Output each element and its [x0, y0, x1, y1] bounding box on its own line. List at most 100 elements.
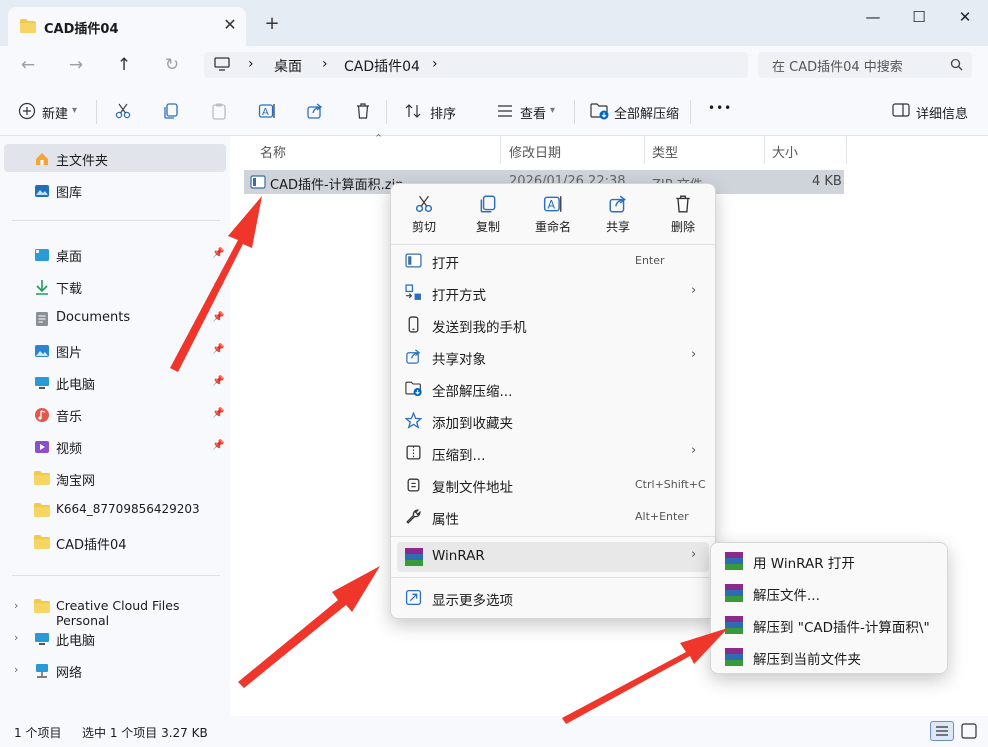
sidebar-item-desktop[interactable]: 桌面 📌	[0, 240, 230, 268]
sort-button[interactable]: 排序	[430, 103, 456, 122]
sidebar-item-folder-k[interactable]: K664_87709856429203	[0, 496, 230, 524]
submenu-item-extract-here[interactable]: 解压到当前文件夹	[717, 642, 943, 672]
sidebar-item-folder-cad[interactable]: CAD插件04	[0, 528, 230, 556]
menu-item-share[interactable]: 共享对象 ›	[397, 342, 709, 372]
menu-item-properties[interactable]: 属性 Alt+Enter	[397, 502, 709, 532]
more-options-button[interactable]: •••	[708, 101, 732, 115]
winrar-icon	[405, 548, 423, 566]
menu-item-open-with[interactable]: 打开方式 ›	[397, 278, 709, 308]
search-icon	[950, 58, 963, 71]
chevron-right-icon[interactable]: ›	[14, 663, 18, 676]
refresh-button[interactable]: ↻	[160, 54, 184, 76]
minimize-button[interactable]: —	[858, 6, 888, 28]
quick-action-rename[interactable]: A 重命名	[524, 194, 582, 242]
open-with-icon	[405, 284, 422, 301]
menu-item-compress-to[interactable]: 压缩到... ›	[397, 438, 709, 468]
quick-action-delete[interactable]: 删除	[654, 194, 712, 242]
close-window-button[interactable]: ✕	[950, 6, 980, 28]
tiles-view-toggle[interactable]	[960, 722, 978, 740]
new-tab-button[interactable]: +	[262, 14, 282, 34]
share-icon[interactable]	[306, 102, 324, 120]
chevron-right-icon: ›	[691, 547, 697, 562]
menu-item-send-to-phone[interactable]: 发送到我的手机	[397, 310, 709, 340]
quick-action-share[interactable]: 共享	[589, 194, 647, 242]
quick-action-cut[interactable]: 剪切	[395, 194, 453, 242]
divider	[391, 244, 715, 245]
details-view-toggle[interactable]	[930, 721, 954, 741]
sidebar-item-label: K664_87709856429203	[56, 502, 200, 516]
sidebar-item-music[interactable]: 音乐 📌	[0, 400, 230, 428]
forward-button[interactable]: →	[64, 54, 88, 76]
sort-ascending-icon: ⌃	[374, 132, 384, 145]
new-plus-icon[interactable]	[18, 102, 36, 120]
sidebar-item-downloads[interactable]: 下载 📌	[0, 272, 230, 300]
view-icon[interactable]	[496, 102, 514, 120]
sidebar-item-home[interactable]: 主文件夹	[4, 144, 226, 172]
star-icon	[405, 412, 422, 429]
menu-item-copy-path[interactable]: 复制文件地址 Ctrl+Shift+C	[397, 470, 709, 500]
sidebar-item-label: 图库	[56, 186, 83, 201]
paste-icon[interactable]	[210, 102, 228, 120]
divider	[12, 575, 220, 576]
copy-icon[interactable]	[162, 102, 180, 120]
column-divider[interactable]	[846, 136, 847, 164]
sidebar-item-folder-taobao[interactable]: 淘宝网	[0, 464, 230, 492]
column-header-date[interactable]: 修改日期	[509, 142, 561, 161]
details-pane-icon[interactable]	[892, 102, 910, 118]
submenu-item-open-with-winrar[interactable]: 用 WinRAR 打开	[717, 546, 943, 576]
breadcrumb-cad-folder[interactable]: CAD插件04	[344, 56, 420, 76]
cut-icon[interactable]	[114, 102, 132, 120]
rename-icon[interactable]: A	[258, 102, 276, 120]
sidebar-item-documents[interactable]: Documents 📌	[0, 304, 230, 332]
column-divider[interactable]	[644, 136, 645, 164]
sidebar-item-this-pc[interactable]: › 此电脑	[0, 624, 230, 652]
file-size: 4 KB	[812, 174, 842, 189]
search-input[interactable]: 在 CAD插件04 中搜索	[758, 52, 972, 78]
sidebar-item-videos[interactable]: 视频 📌	[0, 432, 230, 460]
sidebar-item-gallery[interactable]: 图库	[0, 176, 230, 204]
new-button[interactable]: 新建	[42, 103, 68, 122]
tab-close-button[interactable]: ✕	[220, 15, 240, 35]
sort-icon[interactable]	[404, 102, 422, 120]
submenu-item-extract-to-folder[interactable]: 解压到 "CAD插件-计算面积\"	[717, 610, 943, 640]
back-button[interactable]: ←	[16, 54, 40, 76]
pin-icon: 📌	[212, 280, 225, 291]
up-button[interactable]: ↑	[112, 54, 136, 76]
sidebar-item-label: 下载	[56, 282, 83, 297]
column-divider[interactable]	[764, 136, 765, 164]
column-header-size[interactable]: 大小	[772, 142, 798, 161]
music-icon	[34, 407, 50, 423]
extract-all-icon[interactable]	[590, 102, 610, 120]
chevron-right-icon[interactable]: ›	[14, 599, 18, 612]
wrench-icon	[405, 508, 422, 525]
view-button[interactable]: 查看	[520, 103, 546, 122]
sidebar-item-this-pc-pinned[interactable]: 此电脑 📌	[0, 368, 230, 396]
breadcrumb-desktop[interactable]: 桌面	[274, 56, 302, 76]
submenu-item-extract-files[interactable]: 解压文件...	[717, 578, 943, 608]
sidebar-item-creative-cloud[interactable]: › Creative Cloud Files Personal	[0, 592, 230, 628]
quick-action-copy[interactable]: 复制	[459, 194, 517, 242]
menu-item-extract-all[interactable]: 全部解压缩...	[397, 374, 709, 404]
menu-item-add-favorites[interactable]: 添加到收藏夹	[397, 406, 709, 436]
home-icon	[34, 151, 50, 167]
sidebar-item-pictures[interactable]: 图片 📌	[0, 336, 230, 364]
column-divider[interactable]	[500, 136, 501, 164]
delete-icon[interactable]	[354, 102, 372, 120]
chevron-right-icon[interactable]: ›	[14, 631, 18, 644]
sidebar-item-network[interactable]: › 网络	[0, 656, 230, 684]
details-button[interactable]: 详细信息	[916, 103, 968, 122]
desktop-icon	[34, 247, 50, 263]
tab-cad-folder[interactable]: CAD插件04 ✕	[8, 7, 246, 46]
menu-item-more-options[interactable]: 显示更多选项	[397, 583, 709, 613]
address-bar[interactable]: › 桌面 › CAD插件04 ›	[204, 52, 748, 78]
maximize-button[interactable]: ☐	[904, 6, 934, 28]
quick-action-label: 共享	[605, 220, 630, 234]
pin-icon: 📌	[212, 312, 225, 323]
menu-item-open[interactable]: 打开 Enter	[397, 246, 709, 276]
column-header-type[interactable]: 类型	[652, 142, 678, 161]
extract-all-button[interactable]: 全部解压缩	[614, 103, 679, 122]
sidebar-item-label: 主文件夹	[56, 154, 109, 169]
column-header-name[interactable]: 名称	[260, 142, 286, 161]
menu-item-label: 全部解压缩...	[432, 384, 513, 400]
menu-item-winrar[interactable]: WinRAR ›	[397, 542, 709, 572]
